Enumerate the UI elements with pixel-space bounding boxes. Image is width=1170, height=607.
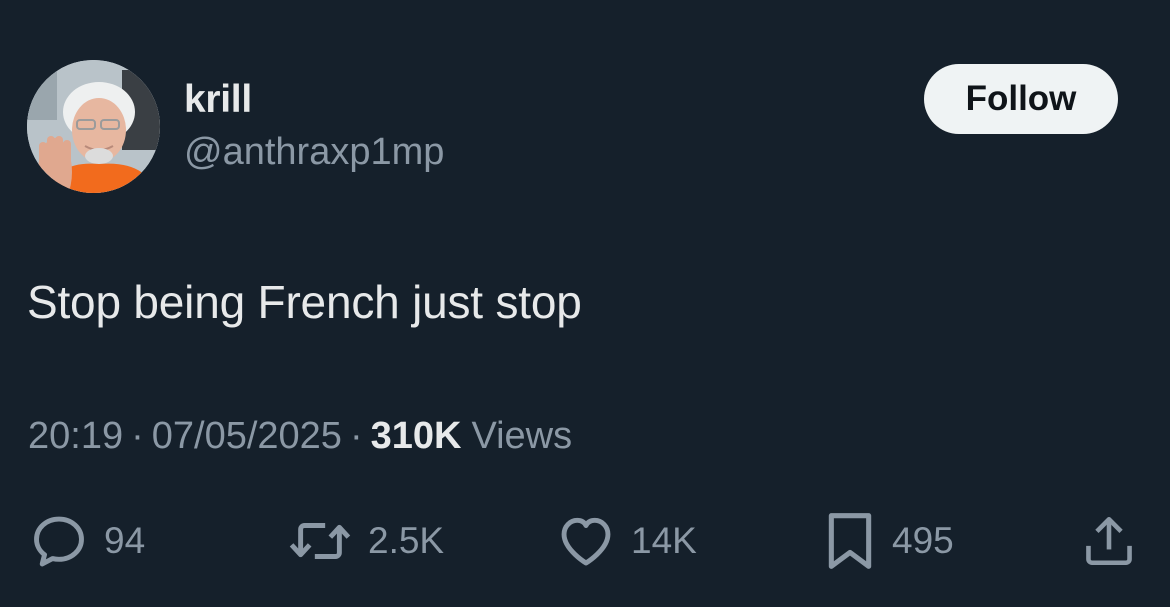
avatar-image [27,60,160,193]
avatar[interactable] [27,60,160,193]
views-count[interactable]: 310K [371,415,462,458]
repost-button[interactable]: 2.5K [286,506,444,576]
share-button[interactable] [1080,506,1138,576]
tweet-meta: 20:19 · 07/05/2025 · 310K Views [28,415,572,458]
reply-count: 94 [104,520,146,561]
meta-separator: · [131,415,144,457]
like-button[interactable]: 14K [555,506,697,576]
tweet-time[interactable]: 20:19 [28,415,123,458]
tweet-date[interactable]: 07/05/2025 [152,415,342,458]
views-label[interactable]: Views [471,415,572,458]
action-bar: 94 2.5K 14K 495 [0,506,1170,576]
repost-count: 2.5K [368,520,445,561]
follow-button[interactable]: Follow [924,64,1118,134]
user-handle[interactable]: @anthraxp1mp [184,131,444,174]
repost-icon [289,523,351,559]
like-icon [561,517,611,566]
user-name[interactable]: krill [184,78,252,122]
tweet-text: Stop being French just stop [27,276,582,328]
bookmark-button[interactable]: 495 [822,506,954,576]
reply-button[interactable]: 94 [28,506,145,576]
bookmark-count: 495 [892,520,954,561]
like-count: 14K [631,520,697,561]
bookmark-icon [828,513,872,569]
meta-separator: · [349,415,363,457]
reply-icon [34,516,84,567]
share-icon [1086,516,1132,566]
tweet-card: krill @anthraxp1mp Follow Stop being Fre… [0,0,1170,607]
